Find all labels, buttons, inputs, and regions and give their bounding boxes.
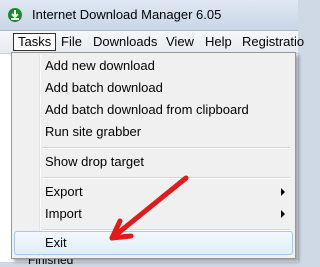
menu-item-add-batch-from-clipboard[interactable]: Add batch download from clipboard (45, 100, 249, 120)
window-title: Internet Download Manager 6.05 (32, 7, 222, 22)
menu-item-add-new-download[interactable]: Add new download (45, 56, 155, 76)
menu-bar: Tasks File Downloads View Help Registrat… (0, 31, 304, 54)
menu-file[interactable]: File (57, 33, 86, 51)
submenu-arrow-icon (281, 210, 285, 218)
menu-gutter (39, 55, 41, 256)
menu-item-run-site-grabber[interactable]: Run site grabber (45, 122, 141, 142)
menu-view[interactable]: View (162, 33, 198, 51)
menu-separator (42, 229, 290, 231)
title-bar: Internet Download Manager 6.05 (0, 0, 298, 31)
menu-separator (42, 177, 290, 179)
menu-item-exit[interactable]: Exit (45, 233, 67, 253)
menu-tasks[interactable]: Tasks (13, 33, 57, 51)
menu-help[interactable]: Help (201, 33, 236, 51)
submenu-arrow-icon (281, 188, 285, 196)
menu-item-export[interactable]: Export (45, 182, 83, 202)
idm-app-icon[interactable] (7, 7, 23, 23)
menu-registration[interactable]: Registratio (238, 33, 308, 51)
menu-item-import[interactable]: Import (45, 204, 82, 224)
menu-item-add-batch-download[interactable]: Add batch download (45, 78, 163, 98)
menu-separator (42, 147, 290, 149)
menu-item-show-drop-target[interactable]: Show drop target (45, 152, 144, 172)
menu-downloads[interactable]: Downloads (89, 33, 161, 51)
tasks-dropdown-menu: Add new download Add batch download Add … (11, 52, 296, 259)
